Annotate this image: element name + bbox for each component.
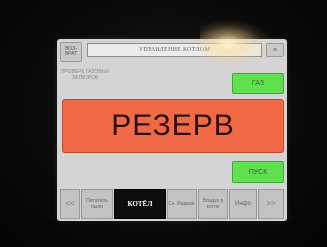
chevron-left-icon: << <box>65 199 75 208</box>
tab-info[interactable]: Инфо <box>229 189 257 219</box>
page-title: УПРАВЛЕНИЕ КОТЛОМ <box>87 43 262 57</box>
tab-dust-feeder-label: Питатель пыли <box>86 198 108 210</box>
status-text: РЕЗЕРВ <box>111 109 235 142</box>
tab-draft-scheme[interactable]: Сх. Разреж. <box>167 189 197 219</box>
status-banner: РЕЗЕРВ <box>62 99 284 153</box>
close-icon: × <box>272 46 278 54</box>
tab-dust-feeder[interactable]: Питатель пыли <box>81 189 113 219</box>
tab-boiler-label: КОТЁЛ <box>127 200 153 208</box>
tab-boiler-air-label: Воздух в котле <box>202 198 224 210</box>
tab-info-label: Инфо <box>235 201 251 207</box>
tab-draft-scheme-label: Сх. Разреж. <box>168 201 196 207</box>
tab-prev-button[interactable]: << <box>60 189 80 219</box>
chevron-right-icon: >> <box>266 199 276 208</box>
close-button[interactable]: × <box>266 43 284 57</box>
tab-next-button[interactable]: >> <box>258 189 284 219</box>
start-button[interactable]: ПУСК <box>232 161 284 183</box>
gas-indicator-label: ГАЗ <box>251 80 265 87</box>
hmi-screen: ВОЗ-ВРАТ УПРАВЛЕНИЕ КОТЛОМ × ПРОВЕРК ГАЗ… <box>57 39 287 221</box>
back-button-label: ВОЗ-ВРАТ <box>64 46 78 57</box>
start-button-label: ПУСК <box>248 168 268 176</box>
gas-indicator-button[interactable]: ГАЗ <box>232 73 284 94</box>
tab-boiler-air[interactable]: Воздух в котле <box>198 189 228 219</box>
gas-shutter-check-label: ПРОВЕРК ГАЗОВЫХ ЗАТВОРОВ <box>60 69 110 81</box>
back-button[interactable]: ВОЗ-ВРАТ <box>60 42 82 62</box>
tab-boiler[interactable]: КОТЁЛ <box>114 189 166 219</box>
